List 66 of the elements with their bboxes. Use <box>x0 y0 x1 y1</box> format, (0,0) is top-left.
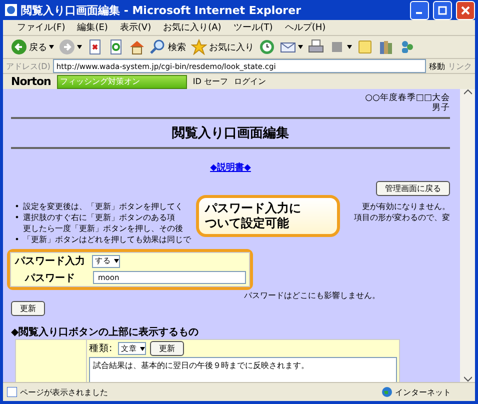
globe-icon <box>382 387 392 397</box>
update-button[interactable]: 更新 <box>11 301 45 316</box>
printer-icon[interactable] <box>308 39 324 55</box>
section-heading: ◆閲覧入り口ボタンの上部に表示するもの <box>11 326 200 339</box>
instruction-text: 更が有効になりません。 <box>362 201 450 212</box>
menu-item[interactable]: ファイル(F) <box>11 21 72 34</box>
caret-icon[interactable] <box>49 45 54 49</box>
maximize-button[interactable] <box>433 0 452 20</box>
instruction-text: 設定を変更後は、「更新」ボタンを押してく <box>23 201 183 212</box>
page-icon <box>7 387 17 397</box>
menu-item[interactable]: 編集(E) <box>71 21 114 34</box>
caret-icon[interactable] <box>347 45 352 49</box>
note-text: パスワードはどこにも影響しません。 <box>244 290 380 301</box>
header-text: 男子 <box>431 103 450 113</box>
star-icon[interactable] <box>191 39 207 55</box>
page-title: 閲覧入り口画面編集 <box>171 124 290 143</box>
go-button[interactable]: 移動 <box>429 60 445 72</box>
people-icon[interactable] <box>399 39 415 55</box>
toolbar-button[interactable]: お気に入り <box>191 39 254 55</box>
scroll-down-icon[interactable] <box>464 376 472 382</box>
maximize-icon <box>438 6 447 14</box>
bullet-marker: • <box>14 212 20 224</box>
toolbar-button[interactable]: 検索 <box>150 39 186 55</box>
id-safe-button[interactable]: ID セーフ <box>192 76 228 87</box>
menu-item[interactable]: ツール(T) <box>227 21 279 34</box>
house-icon[interactable] <box>129 39 145 55</box>
norton-logo: Norton <box>11 75 51 88</box>
zone-text: インターネット <box>395 386 452 398</box>
instruction-text: 項目の形が変わるので、変 <box>354 212 450 223</box>
type-label: 種類: <box>89 342 112 355</box>
toolbar-button[interactable] <box>329 39 352 55</box>
menu-item[interactable]: 表示(V) <box>114 21 158 34</box>
toolbar-button[interactable] <box>59 39 82 55</box>
books-icon[interactable] <box>378 39 394 55</box>
caret-icon[interactable] <box>298 45 303 49</box>
close-button[interactable] <box>456 0 475 20</box>
header-text: ○○年度春季□□大会 <box>365 93 450 103</box>
caret-icon[interactable] <box>77 45 82 49</box>
login-button[interactable]: ログイン <box>234 76 266 87</box>
bullet-marker: • <box>14 201 20 212</box>
bullet-marker: • <box>14 234 20 245</box>
minimize-button[interactable] <box>410 0 429 20</box>
message-textarea[interactable]: 試合結果は、基本的に翌日の午後９時までに反映されます。 <box>89 357 397 382</box>
search-icon[interactable] <box>150 39 166 55</box>
manual-link[interactable]: ◆説明書◆ <box>210 161 251 174</box>
scrollbar[interactable] <box>460 89 475 382</box>
caret-icon[interactable] <box>114 259 119 263</box>
toolbar-button[interactable]: 戻る <box>11 39 54 55</box>
address-label: アドレス(D) <box>6 60 50 72</box>
scroll-up-icon[interactable] <box>464 89 472 95</box>
instruction-text: 更したら一度「更新」ボタンを押し、その後 <box>23 223 183 234</box>
back-to-admin-button[interactable]: 管理画面に戻る <box>376 181 450 196</box>
close-icon <box>461 6 470 14</box>
status-message: ページが表示されました <box>20 386 109 398</box>
menu-item[interactable]: ヘルプ(H) <box>278 21 332 34</box>
caret-icon[interactable] <box>140 346 146 350</box>
clock-icon[interactable] <box>259 39 275 55</box>
instruction-text: 選択肢のすぐ右に「更新」ボタンのある項 <box>23 212 175 223</box>
menu-item[interactable]: お気に入り(A) <box>157 21 228 34</box>
window-title: 閲覧入り口画面編集 - Microsoft Internet Explorer <box>21 2 302 18</box>
update-button[interactable]: 更新 <box>150 341 184 356</box>
browser-icon <box>5 4 17 16</box>
callout-bubble: パスワード入力に ついて設定可能 <box>196 195 340 237</box>
instruction-text: 「更新」ボタンはどれを押しても効果は同じで <box>23 234 191 245</box>
refresh-icon[interactable] <box>108 39 124 55</box>
stop-icon[interactable] <box>87 39 103 55</box>
